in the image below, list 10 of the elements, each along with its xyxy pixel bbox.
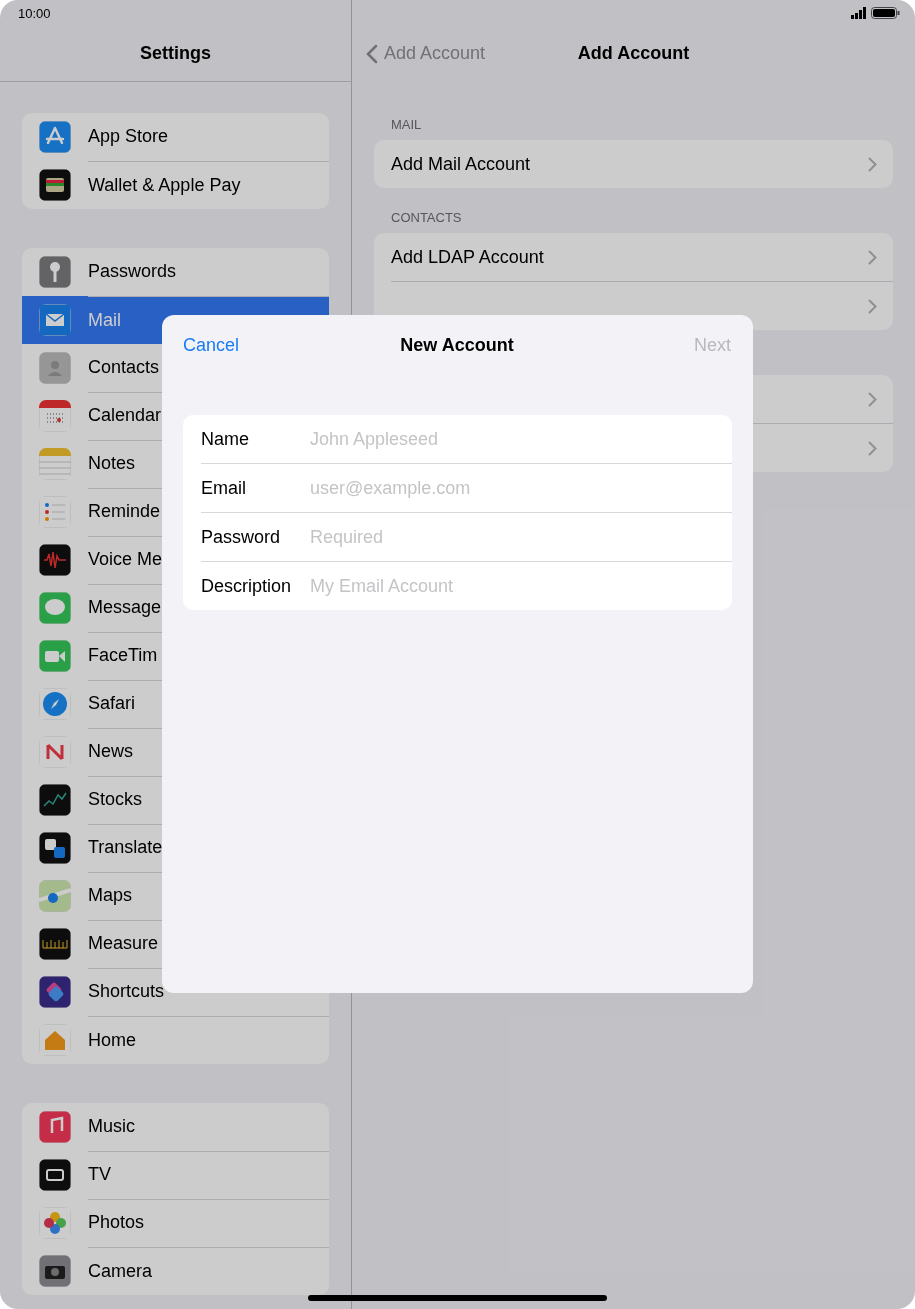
- dialog-title: New Account: [400, 334, 514, 356]
- section-header: MAIL: [391, 117, 423, 132]
- field-label: Email: [201, 477, 247, 499]
- page-title: Add Account: [577, 43, 690, 64]
- section-header: CONTACTS: [391, 210, 463, 225]
- sidebar-title: Settings: [140, 43, 211, 64]
- status-time: 10:00: [18, 5, 51, 21]
- field-label: Name: [201, 428, 250, 450]
- field-label: Description: [201, 575, 293, 597]
- field-label: Password: [201, 526, 282, 548]
